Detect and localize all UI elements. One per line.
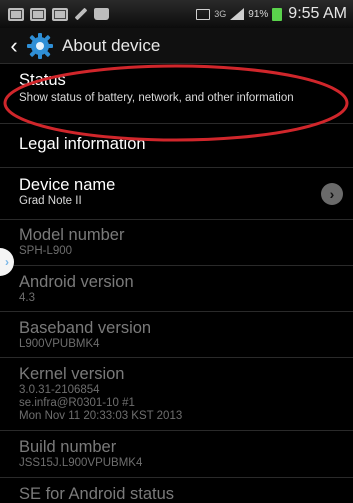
battery-percent: 91% bbox=[248, 8, 269, 20]
battery-icon bbox=[272, 7, 283, 21]
clock: 9:55 AM bbox=[288, 5, 347, 22]
item-title: Build number bbox=[19, 438, 117, 456]
signal-icon bbox=[230, 8, 245, 20]
item-title: Model number bbox=[19, 226, 125, 244]
list-item-se-for-android-status: SE for Android status bbox=[0, 478, 353, 503]
action-bar: ‹ About device bbox=[0, 28, 353, 64]
list-item-build-number: Build number JSS15J.L900VPUBMK4 bbox=[0, 431, 353, 478]
settings-gear-icon[interactable] bbox=[26, 32, 54, 60]
chevron-right-icon[interactable]: › bbox=[321, 182, 343, 205]
item-summary: 4.3 bbox=[19, 292, 35, 304]
pen-icon bbox=[74, 7, 88, 21]
item-title: Baseband version bbox=[19, 319, 152, 337]
item-summary: L900VPUBMK4 bbox=[19, 338, 100, 350]
back-icon[interactable]: ‹ bbox=[4, 28, 24, 64]
list-item-kernel-version: Kernel version 3.0.31-2106854 se.infra@R… bbox=[0, 358, 353, 431]
item-title: SE for Android status bbox=[19, 485, 175, 503]
mute-icon bbox=[196, 8, 211, 20]
settings-list: Status Show status of battery, network, … bbox=[0, 64, 353, 503]
item-title: Status bbox=[19, 71, 66, 89]
item-summary: 3.0.31-2106854 se.infra@R0301-10 #1 Mon … bbox=[19, 384, 183, 422]
page-title: About device bbox=[62, 35, 161, 55]
list-item-device-name[interactable]: Device name Grad Note II › bbox=[0, 168, 353, 220]
item-summary: JSS15J.L900VPUBMK4 bbox=[19, 457, 143, 469]
item-title: Kernel version bbox=[19, 365, 125, 383]
network-type: 3G bbox=[214, 9, 227, 19]
list-item-status[interactable]: Status Show status of battery, network, … bbox=[0, 64, 353, 124]
list-item-model-number: Model number SPH-L900 bbox=[0, 220, 353, 266]
gallery-icon bbox=[52, 7, 68, 21]
notification-icons bbox=[0, 7, 109, 21]
item-summary: Show status of battery, network, and oth… bbox=[19, 92, 294, 104]
email-icon bbox=[30, 7, 46, 21]
item-title: Device name bbox=[19, 176, 116, 194]
item-title: Legal information bbox=[19, 135, 146, 153]
status-bar: 3G 91% 9:55 AM bbox=[0, 0, 353, 28]
item-title: Android version bbox=[19, 273, 134, 291]
system-indicators: 3G 91% 9:55 AM bbox=[196, 5, 353, 23]
list-item-legal-information[interactable]: Legal information bbox=[0, 124, 353, 168]
list-item-baseband-version: Baseband version L900VPUBMK4 bbox=[0, 312, 353, 358]
item-summary: SPH-L900 bbox=[19, 245, 73, 257]
store-icon bbox=[94, 8, 109, 20]
message-icon bbox=[8, 7, 24, 21]
item-summary: Grad Note II bbox=[19, 195, 82, 207]
list-item-android-version: Android version 4.3 bbox=[0, 266, 353, 312]
